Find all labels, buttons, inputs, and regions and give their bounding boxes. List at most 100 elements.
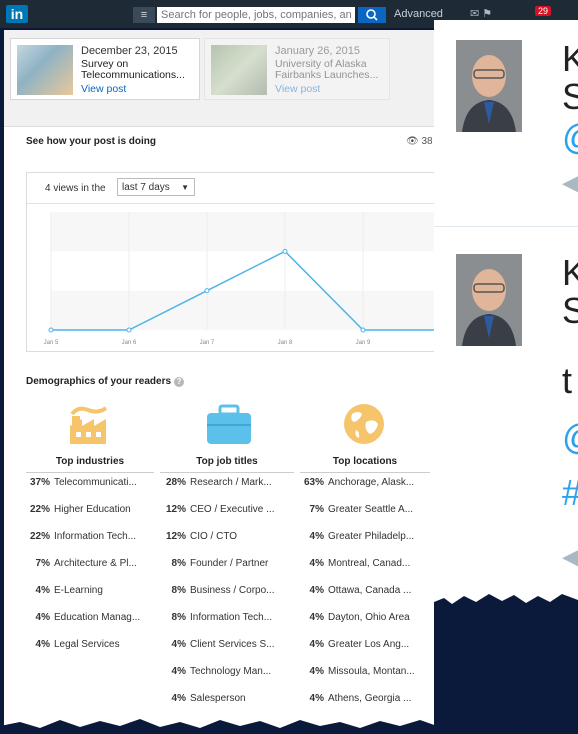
list-item: 8% Business / Corpo... <box>160 585 275 596</box>
view-count: 👁 38 <box>406 136 433 147</box>
view-post-link[interactable]: View post <box>275 83 320 95</box>
reply-icon[interactable]: ◀ <box>562 170 578 196</box>
list-item-percent: 4% <box>309 531 324 542</box>
list-item: 12% CIO / CTO <box>160 531 237 542</box>
list-item: 8% Founder / Partner <box>160 558 269 569</box>
stats-title: See how your post is doing <box>26 136 157 147</box>
list-item-label: Legal Services <box>54 639 120 650</box>
menu-icon[interactable]: ≡ <box>133 7 155 23</box>
list-item-percent: 4% <box>309 558 324 569</box>
list-item: 37% Telecommunicati... <box>26 477 137 488</box>
list-item-percent: 4% <box>35 612 50 623</box>
avatar[interactable] <box>456 254 522 346</box>
list-item-percent: 4% <box>171 666 186 677</box>
range-value: last 7 days <box>122 182 170 193</box>
list-item-label: Anchorage, Alask... <box>328 477 415 488</box>
tweet-text: S <box>562 290 578 331</box>
list-item: 4% Education Manag... <box>26 612 141 623</box>
x-tick-label: Jan 6 <box>122 340 137 346</box>
views-chart-box: 4 views in the last 7 days ▼ Jan 5 Jan 6J… <box>26 172 440 352</box>
post-title: University of Alaska Fairbanks Launches.… <box>275 58 379 81</box>
stats-content: 4 views in the last 7 days ▼ Jan 5 Jan 6J… <box>4 157 440 730</box>
tweet-hashtag[interactable]: # <box>562 472 578 514</box>
chart-band <box>51 290 439 330</box>
linkedin-logo[interactable]: in <box>6 5 28 23</box>
list-item-label: Information Tech... <box>190 612 273 623</box>
views-summary: 4 views in the <box>45 183 106 194</box>
list-item: 4% Legal Services <box>26 639 120 650</box>
list-item-percent: 37% <box>29 477 50 488</box>
help-icon[interactable]: ? <box>174 377 185 387</box>
notification-badge[interactable]: 29 <box>535 6 552 16</box>
data-point[interactable] <box>360 327 366 333</box>
list-item-percent: 28% <box>165 477 186 488</box>
data-point[interactable] <box>282 248 288 254</box>
chart-band <box>51 212 439 252</box>
messages-icon[interactable]: ✉ ⚑ <box>470 7 492 20</box>
advanced-search-link[interactable]: Advanced <box>394 8 443 20</box>
list-item-percent: 4% <box>171 639 186 650</box>
search-icon <box>366 9 378 21</box>
x-tick-label: Jan 7 <box>200 340 215 346</box>
tweet-text: t <box>562 360 573 401</box>
list-item: 4% Missoula, Montan... <box>300 666 415 677</box>
post-analytics-pane: December 23, 2015 Survey on Telecommunic… <box>4 30 440 730</box>
list-item-percent: 12% <box>165 531 186 542</box>
range-dropdown[interactable]: last 7 days ▼ <box>117 178 195 196</box>
views-line-chart: Jan 5 Jan 6 Jan 7 Jan 8 Jan 9 <box>44 212 439 346</box>
data-point[interactable] <box>126 327 132 333</box>
list-item-label: Salesperson <box>190 693 246 704</box>
search-button[interactable] <box>358 7 386 23</box>
list-item: 63% Anchorage, Alask... <box>300 477 414 488</box>
list-item-percent: 4% <box>35 639 50 650</box>
list-item: 4% Dayton, Ohio Area <box>300 612 410 623</box>
list-item: 22% Information Tech... <box>26 531 136 542</box>
industries-header: Top industries <box>55 456 125 467</box>
factory-icon <box>70 406 108 444</box>
x-tick-label: Jan 9 <box>356 340 371 346</box>
list-item-label: Architecture & Pl... <box>54 558 137 569</box>
list-item-label: Montreal, Canad... <box>328 558 411 569</box>
demographics-title-text: Demographics of your readers <box>26 376 172 387</box>
demographics-title: Demographics of your readers? <box>26 376 185 387</box>
tweet-mention[interactable]: @ <box>562 416 578 458</box>
list-item: 4% Client Services S... <box>160 639 275 650</box>
post-date: January 26, 2015 <box>275 45 361 57</box>
view-post-link[interactable]: View post <box>81 83 126 95</box>
data-point[interactable] <box>48 327 54 333</box>
list-item: 8% Information Tech... <box>160 612 273 623</box>
post-title: Survey on Telecommunications... <box>81 58 185 81</box>
locations-header: Top locations <box>332 456 398 467</box>
list-item-percent: 4% <box>309 639 324 650</box>
list-item-percent: 22% <box>29 504 50 515</box>
tweet-author[interactable]: K <box>562 38 578 80</box>
reply-icon[interactable]: ◀ <box>562 544 578 570</box>
list-item-label: Athens, Georgia ... <box>328 693 412 704</box>
list-item-label: Dayton, Ohio Area <box>328 612 410 623</box>
list-item-percent: 4% <box>309 693 324 704</box>
torn-bottom-edge <box>0 719 578 734</box>
list-item-label: Greater Los Ang... <box>328 639 410 650</box>
list-item: 7% Greater Seattle A... <box>300 504 414 515</box>
tweet-divider <box>434 226 578 227</box>
tweet-author[interactable]: K <box>562 252 578 294</box>
avatar[interactable] <box>456 40 522 132</box>
stats-header: See how your post is doing 👁 38 <box>4 126 440 158</box>
post-thumbnail <box>17 45 73 95</box>
tweet-mention[interactable]: @ <box>562 116 578 158</box>
list-item-percent: 22% <box>29 531 50 542</box>
post-card-selected[interactable]: December 23, 2015 Survey on Telecommunic… <box>10 38 200 100</box>
list-item-percent: 4% <box>35 585 50 596</box>
briefcase-icon <box>207 404 251 444</box>
list-item: 4% Greater Philadelp... <box>300 531 415 542</box>
list-item: 4% Montreal, Canad... <box>300 558 411 569</box>
eye-icon: 👁 <box>406 136 419 147</box>
list-item-label: Research / Mark... <box>190 477 272 488</box>
list-item-label: Ottawa, Canada ... <box>328 585 412 596</box>
post-card[interactable]: January 26, 2015 University of Alaska Fa… <box>204 38 390 100</box>
list-item-percent: 7% <box>35 558 50 569</box>
search-input[interactable] <box>157 7 355 23</box>
tweet-text: S <box>562 76 578 117</box>
data-point[interactable] <box>204 288 210 294</box>
divider <box>26 472 154 473</box>
